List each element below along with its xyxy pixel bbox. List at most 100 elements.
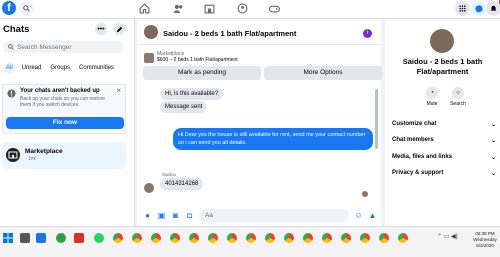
notifications-bell-icon[interactable]: 4 <box>486 0 500 16</box>
outgoing-message: Hi Dear yes the house is still available… <box>173 128 373 150</box>
option-label: Chat members <box>392 137 434 143</box>
chrome-taskbar-icon[interactable] <box>360 233 370 243</box>
media-files-links-option[interactable]: Media, files and links ⌄ <box>392 154 496 161</box>
seen-avatar <box>362 191 368 197</box>
listing-avatar[interactable] <box>144 25 158 39</box>
conversation-info-panel: Saidou - 2 beds 1 bath Flat/apartment ◔ M… <box>385 19 500 226</box>
microphone-icon[interactable]: ● <box>143 211 152 220</box>
mark-as-pending-button[interactable]: Mark as pending <box>143 66 261 80</box>
conversation-panel: Saidou - 2 beds 1 bath Flat/apartment i … <box>137 19 382 226</box>
listing-thumbnail <box>144 53 154 63</box>
home-icon[interactable] <box>138 2 150 14</box>
mute-label: Mute <box>426 101 438 107</box>
listing-summary[interactable]: $600 – 2 beds 1 bath Flat/apartment <box>157 57 238 63</box>
chrome-taskbar-icon[interactable] <box>246 233 256 243</box>
messenger-icon[interactable] <box>471 1 486 16</box>
chat-item-time: · 1m <box>25 156 35 162</box>
taskbar-clock[interactable]: 06:38 PM Wednesday 6/3/2020 <box>470 231 500 249</box>
tab-all[interactable]: All <box>3 63 16 73</box>
chrome-taskbar-icon[interactable] <box>189 233 199 243</box>
chevron-down-icon: ⌄ <box>490 155 496 161</box>
composer-bar: ● ▣ ◙ ◘ Aa ☺ ▲ <box>137 205 381 226</box>
option-label: Media, files and links <box>392 154 453 160</box>
chrome-taskbar-icon[interactable] <box>113 233 123 243</box>
chrome-taskbar-icon[interactable] <box>284 233 294 243</box>
groups-icon[interactable] <box>236 2 248 14</box>
listing-profile-photo <box>430 29 454 53</box>
close-icon[interactable]: × <box>116 86 121 95</box>
backup-warning-icon <box>7 89 16 98</box>
listing-actions: Mark as pending More Options <box>143 66 382 80</box>
search-conversation-button[interactable]: ○ Search <box>448 87 468 107</box>
chrome-taskbar-icon[interactable] <box>379 233 389 243</box>
scrollbar[interactable] <box>375 89 378 149</box>
acrobat-taskbar-icon[interactable] <box>74 233 84 243</box>
more-options-icon[interactable]: ••• <box>95 23 107 35</box>
chrome-taskbar-icon[interactable] <box>227 233 237 243</box>
conversation-title[interactable]: Saidou - 2 beds 1 bath Flat/apartment <box>163 29 296 38</box>
system-tray-icons[interactable]: ⌃ ▭ ◀) <box>437 233 458 240</box>
friends-icon[interactable] <box>172 2 184 14</box>
fix-now-button[interactable]: Fix now <box>6 117 124 129</box>
search-icon <box>8 44 14 50</box>
marketplace-icon[interactable] <box>203 2 215 14</box>
emoji-icon[interactable]: ☺ <box>354 211 363 220</box>
windows-taskbar: ⌃ ▭ ◀) 06:38 PM Wednesday 6/3/2020 <box>0 226 500 257</box>
message-input[interactable]: Aa <box>199 209 349 222</box>
gif-icon[interactable]: ◘ <box>185 211 194 220</box>
chrome-taskbar-icon[interactable] <box>398 233 408 243</box>
search-messenger-input[interactable] <box>17 43 117 51</box>
tab-groups[interactable]: Groups <box>47 63 73 73</box>
chrome-taskbar-icon[interactable] <box>303 233 313 243</box>
chrome-taskbar-icon[interactable] <box>208 233 218 243</box>
chevron-down-icon: ⌄ <box>490 138 496 144</box>
incoming-message: 4014314268 <box>160 178 204 190</box>
chrome-taskbar-icon[interactable] <box>341 233 351 243</box>
chat-filter-tabs: All Unread Groups Communities <box>0 63 117 73</box>
customize-chat-option[interactable]: Customize chat ⌄ <box>392 121 496 128</box>
backup-description: Back up your chats so you can restore th… <box>20 96 106 108</box>
search-icon: ○ <box>452 87 464 99</box>
message-list: Hi, is this available? Message sent Hi D… <box>137 83 381 206</box>
chrome-taskbar-icon[interactable] <box>322 233 332 243</box>
gallery-icon[interactable]: ▣ <box>157 211 166 220</box>
sender-name: Saidou <box>162 172 177 177</box>
option-label: Customize chat <box>392 121 437 127</box>
menu-icon[interactable] <box>455 1 470 16</box>
word-taskbar-icon[interactable] <box>36 233 46 243</box>
whatsapp-taskbar-icon[interactable] <box>94 233 104 243</box>
folder-taskbar-icon[interactable] <box>20 233 30 243</box>
search-icon[interactable] <box>19 1 34 16</box>
chevron-down-icon: ⌄ <box>490 171 496 177</box>
tab-unread[interactable]: Unread <box>19 63 45 73</box>
tab-communities[interactable]: Communities <box>76 63 117 73</box>
privacy-support-option[interactable]: Privacy & support ⌄ <box>392 170 496 177</box>
chrome-taskbar-icon[interactable] <box>132 233 142 243</box>
chevron-down-icon: ⌄ <box>490 122 496 128</box>
app-taskbar-icon[interactable] <box>56 233 66 243</box>
gaming-icon[interactable] <box>268 2 280 14</box>
sticker-icon[interactable]: ◙ <box>171 211 180 220</box>
info-title: Saidou - 2 beds 1 bath Flat/apartment <box>402 57 483 76</box>
more-options-button[interactable]: More Options <box>264 66 382 80</box>
mute-button[interactable]: ◔ Mute <box>422 87 442 107</box>
chat-members-option[interactable]: Chat members ⌄ <box>392 137 496 144</box>
chrome-taskbar-icon[interactable] <box>265 233 275 243</box>
like-icon[interactable]: ▲ <box>368 211 377 220</box>
info-icon[interactable]: i <box>363 29 372 38</box>
new-message-icon[interactable] <box>113 23 125 35</box>
marketplace-avatar <box>6 148 20 162</box>
chats-sidebar: Chats ••• All Unread Groups Communities … <box>0 19 135 226</box>
incoming-message: Hi, is this available? <box>160 88 224 100</box>
chat-list-item[interactable]: Marketplace · 1m <box>2 142 126 169</box>
windows-start-icon[interactable] <box>3 233 13 243</box>
search-messenger-field[interactable] <box>3 41 124 53</box>
facebook-logo[interactable]: f <box>2 1 16 15</box>
backup-title: Your chats aren't backed up <box>20 88 100 94</box>
incoming-message: Message sent <box>160 101 208 113</box>
chat-item-name: Marketplace <box>25 148 63 155</box>
clock-date: 6/3/2020 <box>476 243 494 248</box>
bell-icon: ◔ <box>426 87 438 99</box>
chrome-taskbar-icon[interactable] <box>151 233 161 243</box>
chrome-taskbar-icon[interactable] <box>170 233 180 243</box>
